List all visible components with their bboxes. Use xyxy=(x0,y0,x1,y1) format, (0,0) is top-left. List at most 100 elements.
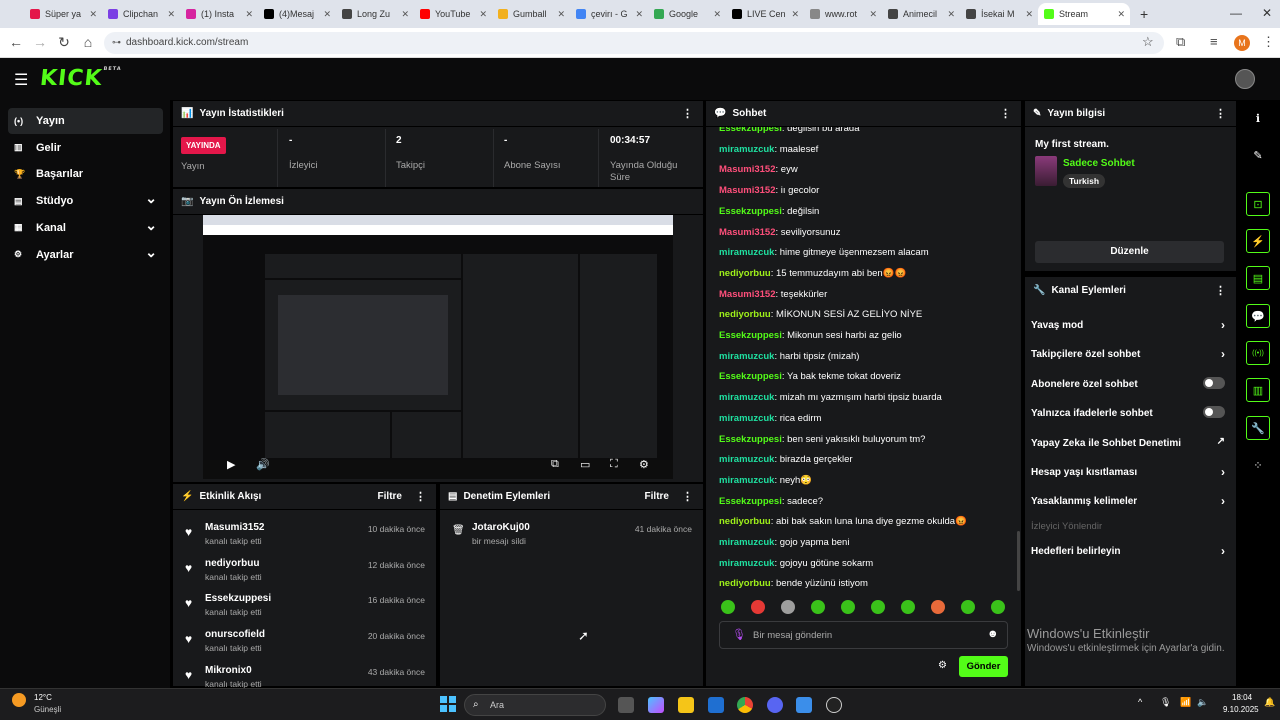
sidebar-item[interactable]: (•) Yayın xyxy=(8,108,163,134)
chat-username[interactable]: Masumi3152 xyxy=(719,289,776,300)
browser-tab[interactable]: YouTube ✕ xyxy=(414,3,492,25)
activity-user[interactable]: Mikronix0 xyxy=(205,665,252,676)
emote-icon[interactable] xyxy=(811,600,825,614)
tray-mic-icon[interactable]: 🎙 xyxy=(1160,697,1171,708)
chat-username[interactable]: miramuzcuk xyxy=(719,413,774,424)
chat-username[interactable]: miramuzcuk xyxy=(719,454,774,465)
profile-avatar[interactable]: M xyxy=(1234,35,1250,51)
store-icon[interactable] xyxy=(708,697,724,713)
home-icon[interactable]: ⌂ xyxy=(76,34,100,50)
chat-username[interactable]: miramuzcuk xyxy=(719,351,774,362)
activity-filter-button[interactable]: Filtre xyxy=(378,491,402,502)
browser-tab[interactable]: çevirı - G ✕ xyxy=(570,3,648,25)
browser-tab[interactable]: Long Zu ✕ xyxy=(336,3,414,25)
channel-action-row[interactable]: Takipçilere özel sohbet › xyxy=(1031,347,1227,361)
play-icon[interactable]: ▶ xyxy=(227,458,235,471)
chat-username[interactable]: miramuzcuk xyxy=(719,247,774,258)
clock-time[interactable]: 18:04 xyxy=(1232,693,1252,702)
tab-close-icon[interactable]: ✕ xyxy=(167,9,175,20)
settings-icon[interactable]: ⚙ xyxy=(639,458,649,471)
emote-icon[interactable] xyxy=(931,600,945,614)
browser-tab[interactable]: Gumball ✕ xyxy=(492,3,570,25)
chat-username[interactable]: Masumi3152 xyxy=(719,164,776,175)
chat-username[interactable]: nediyorbuu xyxy=(719,516,771,527)
volume-icon[interactable]: 🔊 xyxy=(256,458,270,471)
tab-close-icon[interactable]: ✕ xyxy=(245,9,253,20)
browser-tab[interactable]: Google ✕ xyxy=(648,3,726,25)
edit-icon[interactable]: ✎ xyxy=(1246,143,1270,167)
notifications-icon[interactable]: 🔔 xyxy=(1264,697,1275,708)
activity-user[interactable]: Masumi3152 xyxy=(205,522,264,533)
forward-icon[interactable]: → xyxy=(28,34,52,50)
media-icon[interactable]: ≡ xyxy=(1210,34,1218,49)
chat-username[interactable]: Essekzuppesi xyxy=(719,434,782,445)
bookmark-star-icon[interactable]: ☆ xyxy=(1142,34,1154,50)
new-tab-icon[interactable]: + xyxy=(1140,6,1148,22)
tab-close-icon[interactable]: ✕ xyxy=(479,9,487,20)
chat-username[interactable]: Masumi3152 xyxy=(719,185,776,196)
tab-close-icon[interactable]: ✕ xyxy=(635,9,643,20)
chrome-icon[interactable] xyxy=(737,697,753,713)
minimize-icon[interactable]: — xyxy=(1230,6,1242,20)
discord-icon[interactable] xyxy=(767,697,783,713)
tab-close-icon[interactable]: ✕ xyxy=(1025,9,1033,20)
chat-username[interactable]: Masumi3152 xyxy=(719,227,776,238)
volume-tray-icon[interactable]: 🔈 xyxy=(1197,697,1208,708)
theater-icon[interactable]: ▭ xyxy=(580,458,590,471)
browser-tab[interactable]: Animecil ✕ xyxy=(882,3,960,25)
browser-tab[interactable]: Clipchan ✕ xyxy=(102,3,180,25)
edit-button[interactable]: Düzenle xyxy=(1035,241,1224,263)
browser-tab[interactable]: LIVE Cen ✕ xyxy=(726,3,804,25)
tab-close-icon[interactable]: ✕ xyxy=(791,9,799,20)
set-goals-row[interactable]: Hedefleri belirleyin › xyxy=(1031,544,1227,558)
broadcast-icon[interactable]: ((•)) xyxy=(1246,341,1270,365)
chat-username[interactable]: Essekzuppesi xyxy=(719,496,782,507)
info-icon[interactable]: ℹ xyxy=(1246,106,1270,130)
chat-username[interactable]: Essekzuppesi xyxy=(719,371,782,382)
chat-input[interactable]: 🎙 Bir mesaj gönderin ☻ xyxy=(719,621,1008,649)
wifi-icon[interactable]: 📶 xyxy=(1180,697,1191,708)
tray-chevron-icon[interactable]: ^ xyxy=(1138,697,1142,707)
url-input[interactable]: dashboard.kick.com/stream xyxy=(104,32,1164,54)
tab-close-icon[interactable]: ✕ xyxy=(557,9,565,20)
clipboard-icon[interactable]: ▤ xyxy=(1246,266,1270,290)
activity-user[interactable]: Essekzuppesi xyxy=(205,593,271,604)
chat-username[interactable]: nediyorbuu xyxy=(719,578,771,589)
chat-settings-icon[interactable]: ⚙ xyxy=(938,660,947,671)
sidebar-item[interactable]: ▦ Kanal ⌄ xyxy=(8,215,163,241)
browser-menu-icon[interactable]: ⋮ xyxy=(1262,34,1275,50)
chat-username[interactable]: miramuzcuk xyxy=(719,558,774,569)
chat-username[interactable]: miramuzcuk xyxy=(719,537,774,548)
category-link[interactable]: Sadece Sohbet xyxy=(1063,158,1135,169)
obs-icon[interactable] xyxy=(826,697,842,713)
chat-username[interactable]: nediyorbuu xyxy=(719,309,771,320)
task-view-icon[interactable] xyxy=(618,697,634,713)
bolt-rail-icon[interactable]: ⚡ xyxy=(1246,229,1270,253)
apps-icon[interactable]: ⁘ xyxy=(1246,453,1270,477)
back-icon[interactable]: ← xyxy=(4,34,28,50)
browser-tab[interactable]: İsekai M ✕ xyxy=(960,3,1038,25)
pip-icon[interactable]: ⧉ xyxy=(551,458,559,471)
send-button[interactable]: Gönder xyxy=(959,656,1008,677)
channel-action-row[interactable]: Abonelere özel sohbet xyxy=(1031,376,1227,390)
clock-date[interactable]: 9.10.2025 xyxy=(1223,705,1259,714)
sidebar-item[interactable]: ⚙ Ayarlar ⌄ xyxy=(8,242,163,268)
taskbar-search[interactable]: ⌕ Ara xyxy=(464,694,606,716)
tab-close-icon[interactable]: ✕ xyxy=(947,9,955,20)
browser-tab[interactable]: Stream ✕ xyxy=(1038,3,1130,25)
chat-username[interactable]: Essekzuppesi xyxy=(719,206,782,217)
channel-action-row[interactable]: Hesap yaşı kısıtlaması › xyxy=(1031,465,1227,479)
emote-icon[interactable] xyxy=(991,600,1005,614)
emoji-picker-icon[interactable]: ☻ xyxy=(987,628,999,640)
hamburger-menu-icon[interactable]: ☰ xyxy=(14,70,28,90)
info-menu-icon[interactable]: ⋮ xyxy=(1215,107,1226,120)
browser-tab[interactable]: www.rot ✕ xyxy=(804,3,882,25)
emote-icon[interactable] xyxy=(751,600,765,614)
close-window-icon[interactable]: ✕ xyxy=(1262,6,1272,20)
fullscreen-icon[interactable]: ⛶ xyxy=(610,458,618,471)
kick-logo[interactable]: KICKBETA xyxy=(39,66,122,91)
channel-action-row[interactable]: Yalnızca ifadelerle sohbet xyxy=(1031,406,1227,419)
chat-rail-icon[interactable]: 💬 xyxy=(1246,304,1270,328)
emote-icon[interactable] xyxy=(721,600,735,614)
channel-action-row[interactable]: Yasaklanmış kelimeler › xyxy=(1031,494,1227,508)
